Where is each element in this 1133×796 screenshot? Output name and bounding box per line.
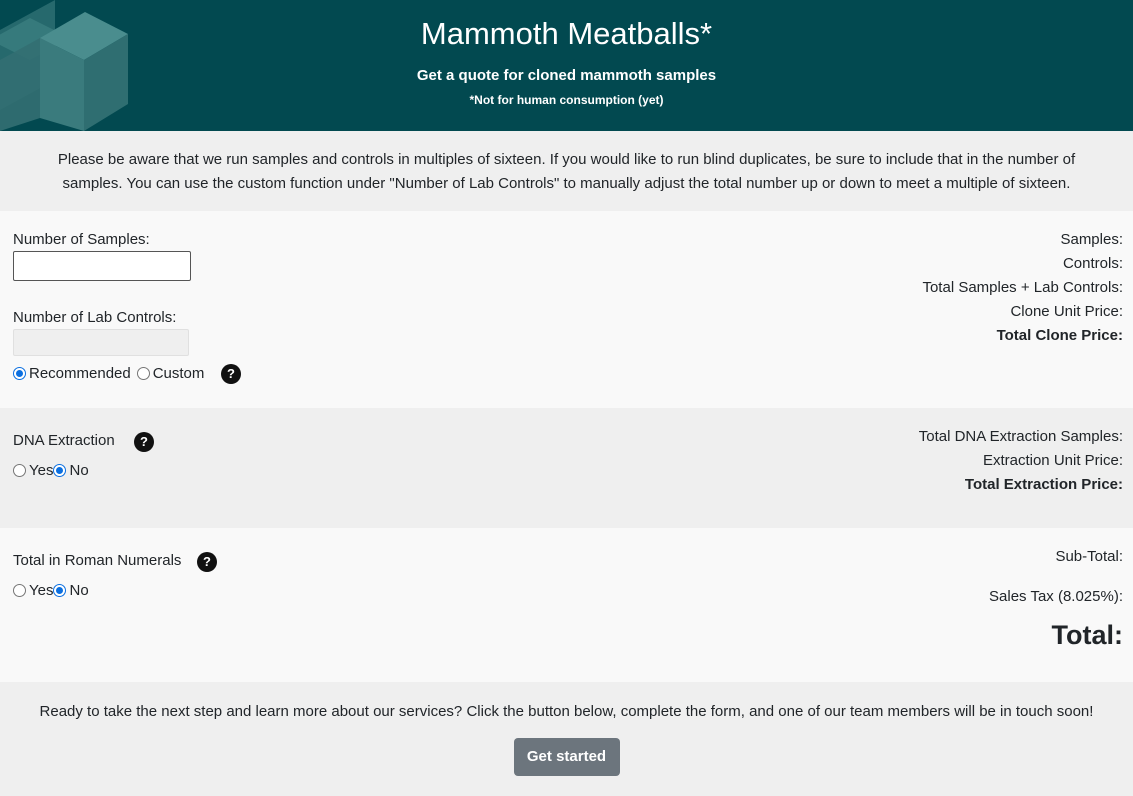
roman-label: Total in Roman Numerals [13, 552, 182, 569]
total-label: Total: [1051, 620, 1123, 650]
controls-input [13, 329, 189, 356]
total-extraction-price-label: Total Extraction Price: [964, 476, 1123, 493]
extraction-unit-price-label: Extraction Unit Price: [982, 452, 1123, 469]
dna-radio-group: Yes No [13, 462, 89, 479]
roman-no-label: No [69, 582, 89, 599]
roman-yes-label: Yes [29, 582, 54, 599]
footer: Ready to take the next step and learn mo… [0, 682, 1133, 796]
page-title: Mammoth Meatballs* [420, 16, 713, 51]
samples-section: Number of Samples: Number of Lab Control… [0, 211, 1133, 408]
samples-input[interactable] [13, 251, 191, 281]
dna-section: DNA Extraction ? Yes No Total DNA Extrac… [0, 408, 1133, 528]
samples-label: Number of Samples: [13, 231, 150, 248]
dna-yes-radio[interactable] [13, 464, 26, 477]
summary-clone: Samples: Controls: Total Samples + Lab C… [922, 228, 1123, 348]
page-header: Mammoth Meatballs* Get a quote for clone… [0, 0, 1133, 131]
sales-tax-label: Sales Tax (8.025%): [989, 588, 1123, 605]
totals-section: Total in Roman Numerals ? Yes No Sub-Tot… [0, 528, 1133, 682]
page-note: *Not for human consumption (yet) [469, 93, 664, 107]
total-clone-price-label: Total Clone Price: [996, 327, 1123, 344]
dna-no-label: No [69, 462, 89, 479]
dna-yes-label: Yes [29, 462, 54, 479]
roman-help-icon[interactable]: ? [197, 552, 217, 572]
subtotal-label: Sub-Total: [1055, 548, 1123, 565]
custom-radio[interactable] [136, 367, 150, 380]
get-started-button[interactable]: Get started [513, 738, 620, 776]
roman-radio-group: Yes No [13, 582, 89, 599]
roman-yes-radio[interactable] [13, 584, 26, 597]
summary-extraction: Total DNA Extraction Samples: Extraction… [919, 425, 1123, 497]
total-dna-samples-label: Total DNA Extraction Samples: [918, 428, 1123, 445]
controls-radio-group: Recommended Custom [13, 365, 204, 382]
footer-text: Ready to take the next step and learn mo… [39, 703, 1094, 720]
dna-label: DNA Extraction [13, 432, 115, 449]
clone-unit-price-label: Clone Unit Price: [1010, 303, 1123, 320]
page-subtitle: Get a quote for cloned mammoth samples [416, 67, 717, 84]
total-samples-controls-label: Total Samples + Lab Controls: [922, 279, 1123, 296]
roman-no-radio[interactable] [53, 584, 67, 597]
controls-help-icon[interactable]: ? [221, 364, 241, 384]
recommended-radio[interactable] [13, 367, 26, 380]
recommended-radio-label: Recommended [29, 365, 131, 382]
samples-summary-label: Samples: [1060, 231, 1123, 248]
controls-summary-label: Controls: [1062, 255, 1123, 272]
dna-no-radio[interactable] [53, 464, 67, 477]
dna-help-icon[interactable]: ? [134, 432, 154, 452]
custom-radio-label: Custom [152, 365, 205, 382]
controls-label: Number of Lab Controls: [13, 309, 177, 326]
notice-text: Please be aware that we run samples and … [0, 131, 1133, 211]
